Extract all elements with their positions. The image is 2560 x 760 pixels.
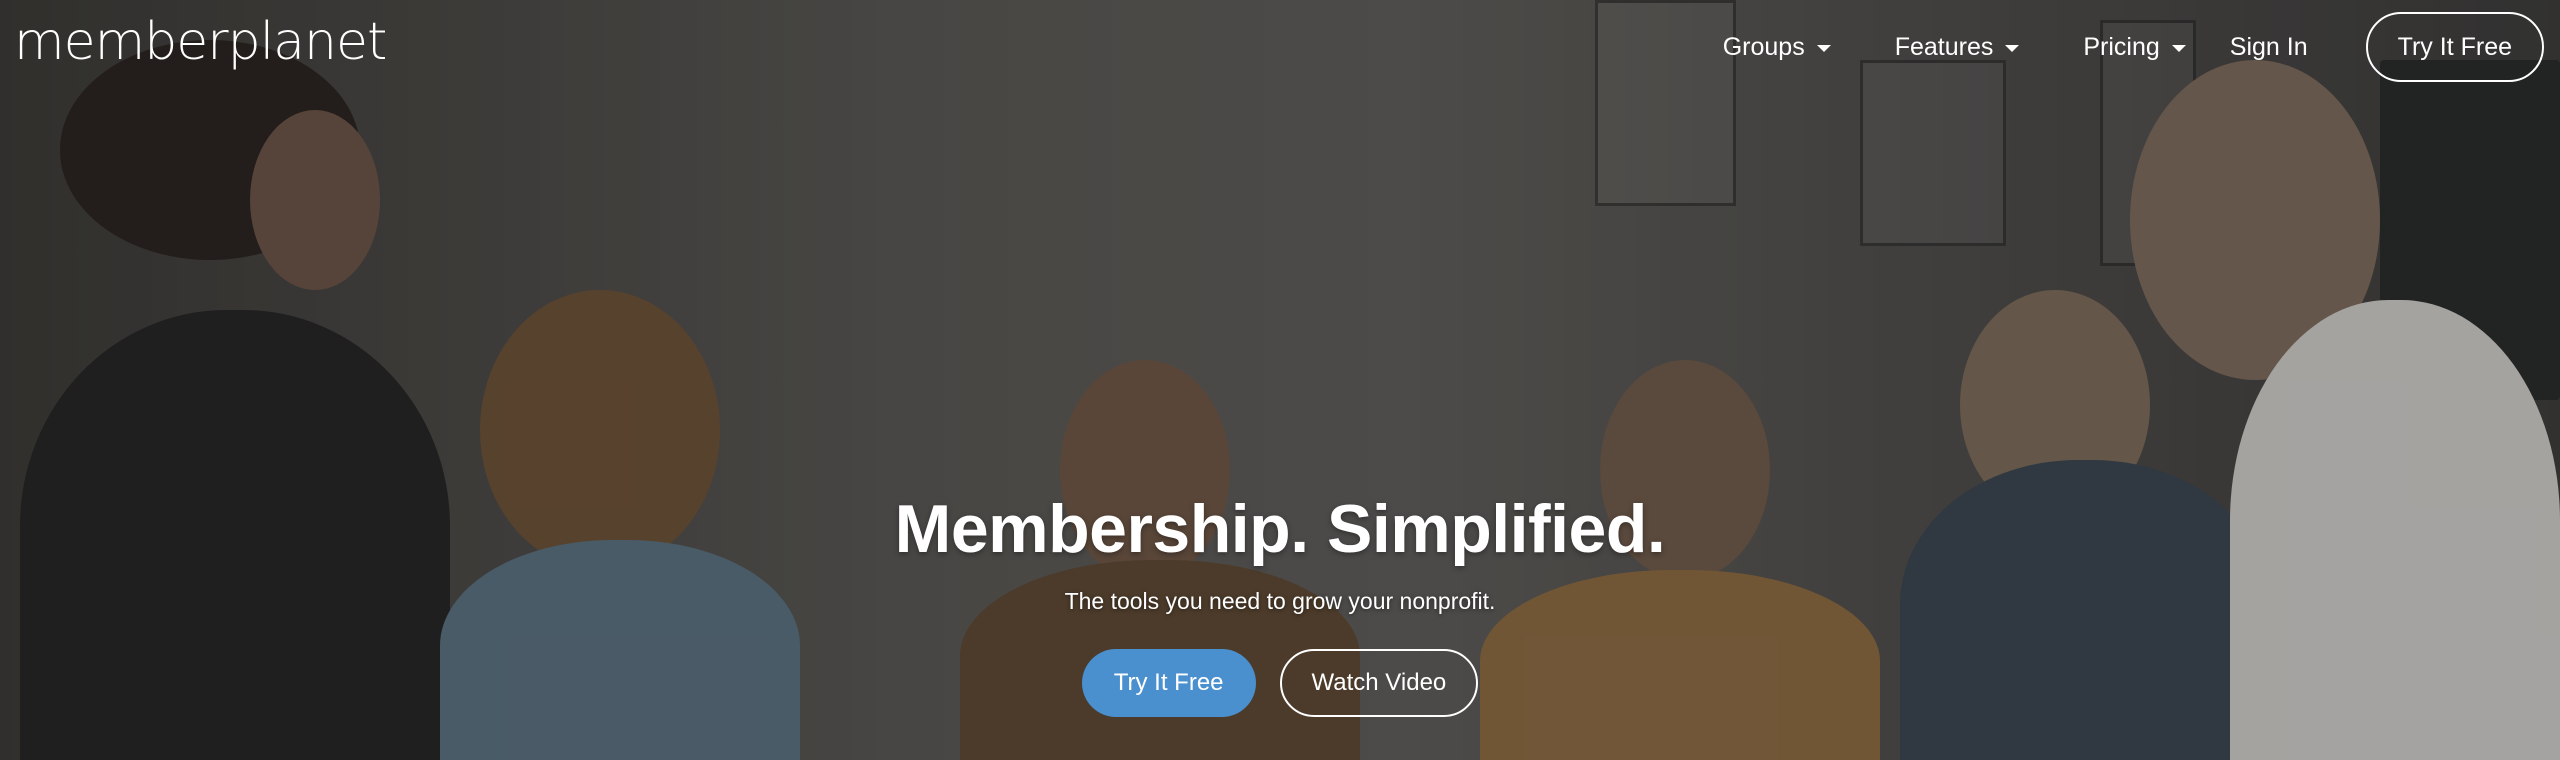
hero-subhead: The tools you need to grow your nonprofi…: [1064, 588, 1496, 614]
nav-item-label: Groups: [1722, 32, 1805, 61]
caret-down-icon: [1816, 44, 1831, 52]
hero-headline: Membership. Simplified.: [894, 491, 1666, 567]
watch-video-button[interactable]: Watch Video: [1279, 649, 1479, 717]
top-nav: memberplanet Groups Features Pricing Sig…: [0, 0, 2560, 92]
caret-down-icon: [2005, 44, 2020, 52]
nav-item-label: Features: [1894, 32, 1994, 61]
nav-item-features[interactable]: Features: [1895, 33, 2020, 62]
nav-try-it-free-button[interactable]: Try It Free: [2365, 12, 2544, 82]
nav-item-label: Pricing: [2083, 32, 2160, 61]
hero-content: Membership. Simplified. The tools you ne…: [0, 490, 2560, 717]
try-it-free-button[interactable]: Try It Free: [1081, 649, 1256, 717]
sign-in-link[interactable]: Sign In: [2230, 33, 2308, 62]
nav-links: Groups Features Pricing Sign In Try It F…: [1723, 12, 2544, 82]
hero-section: memberplanet Groups Features Pricing Sig…: [0, 0, 2560, 760]
nav-item-groups[interactable]: Groups: [1723, 33, 1831, 62]
nav-item-pricing[interactable]: Pricing: [2083, 32, 2186, 62]
caret-down-icon: [2171, 44, 2186, 52]
memberplanet-logo[interactable]: memberplanet: [14, 12, 387, 72]
hero-cta-row: Try It Free Watch Video: [0, 649, 2560, 717]
